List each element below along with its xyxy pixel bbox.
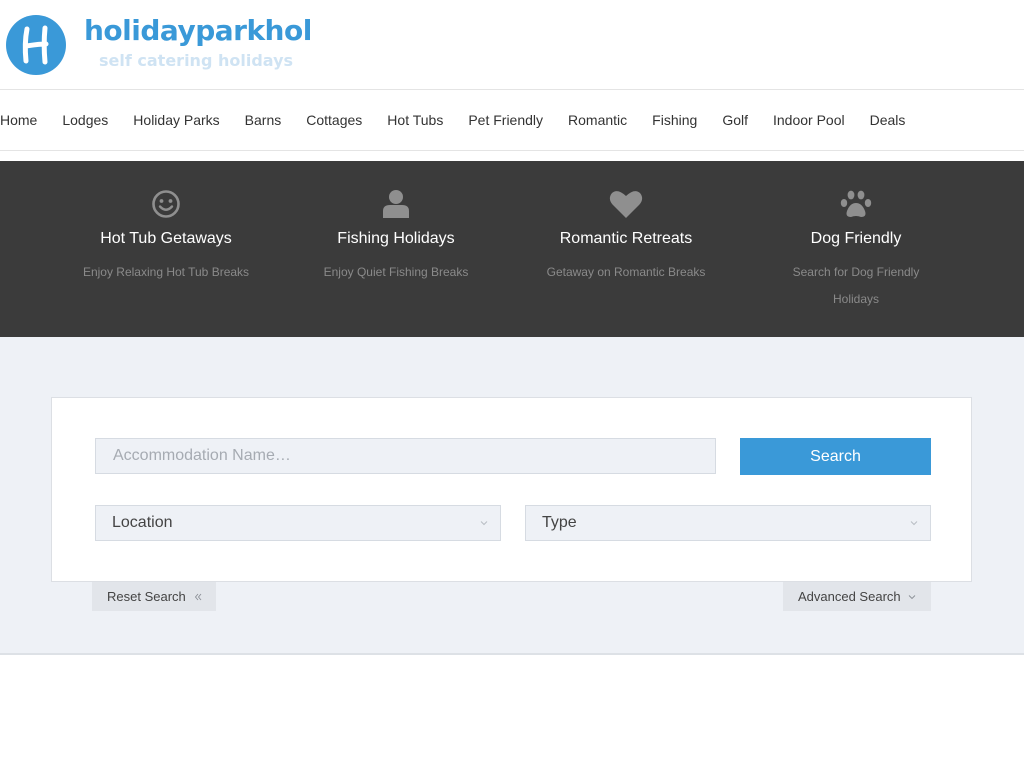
nav-list: Home Lodges Holiday Parks Barns Cottages… [0,90,930,150]
feature-romantic[interactable]: Romantic Retreats Getaway on Romantic Br… [511,161,741,337]
advanced-search-button[interactable]: Advanced Search [783,582,931,611]
nav-item-romantic[interactable]: Romantic [568,112,627,128]
nav-item-holiday-parks[interactable]: Holiday Parks [133,112,219,128]
heart-icon [511,187,741,221]
nav-item-barns[interactable]: Barns [245,112,282,128]
nav-item-pet-friendly[interactable]: Pet Friendly [468,112,543,128]
feature-title: Hot Tub Getaways [100,230,232,247]
feature-subtitle: Enjoy Relaxing Hot Tub Breaks [82,265,250,279]
nav-item-indoor-pool[interactable]: Indoor Pool [773,112,845,128]
accommodation-name-input[interactable] [95,438,716,474]
feature-subtitle: Search for Dog Friendly Holidays [792,265,920,306]
user-icon [281,187,511,221]
chevron-down-icon [908,595,916,600]
features-band: Hot Tub Getaways Enjoy Relaxing Hot Tub … [0,161,1024,337]
nav-item-fishing[interactable]: Fishing [652,112,697,128]
feature-dog-friendly[interactable]: Dog Friendly Search for Dog Friendly Hol… [741,161,971,337]
reset-search-label: Reset Search [107,589,186,604]
feature-subtitle: Getaway on Romantic Breaks [546,265,706,279]
nav-item-cottages[interactable]: Cottages [306,112,362,128]
site-header: holidayparkhol self catering holidays [0,0,1024,90]
type-select[interactable]: Type [525,505,931,541]
nav-item-deals[interactable]: Deals [870,112,906,128]
feature-fishing[interactable]: Fishing Holidays Enjoy Quiet Fishing Bre… [281,161,511,337]
location-select[interactable]: Location [95,505,501,541]
feature-title: Dog Friendly [810,230,902,247]
search-section: Search Location Type Reset Search Advanc… [0,337,1024,655]
chevron-down-icon [910,521,918,526]
feature-title: Romantic Retreats [559,230,693,247]
feature-subtitle: Enjoy Quiet Fishing Breaks [323,265,469,279]
location-select-label: Location [112,514,173,531]
advanced-search-label: Advanced Search [798,589,901,604]
double-chevron-left-icon [194,593,202,601]
site-logo-name[interactable]: holidayparkhol [84,14,312,47]
type-select-label: Type [542,514,577,531]
nav-item-hot-tubs[interactable]: Hot Tubs [387,112,443,128]
smiley-icon [51,187,281,221]
search-form: Search Location Type [51,397,972,582]
feature-title: Fishing Holidays [337,230,455,247]
nav-item-golf[interactable]: Golf [722,112,748,128]
nav-item-home[interactable]: Home [0,112,37,128]
chevron-down-icon [480,521,488,526]
site-tagline: self catering holidays [99,51,294,70]
logo-badge-icon[interactable] [6,15,66,75]
main-nav: Home Lodges Holiday Parks Barns Cottages… [0,90,1024,151]
paw-icon [741,187,971,221]
feature-hot-tub[interactable]: Hot Tub Getaways Enjoy Relaxing Hot Tub … [51,161,281,337]
nav-item-lodges[interactable]: Lodges [62,112,108,128]
search-button[interactable]: Search [740,438,931,475]
reset-search-button[interactable]: Reset Search [92,582,216,611]
